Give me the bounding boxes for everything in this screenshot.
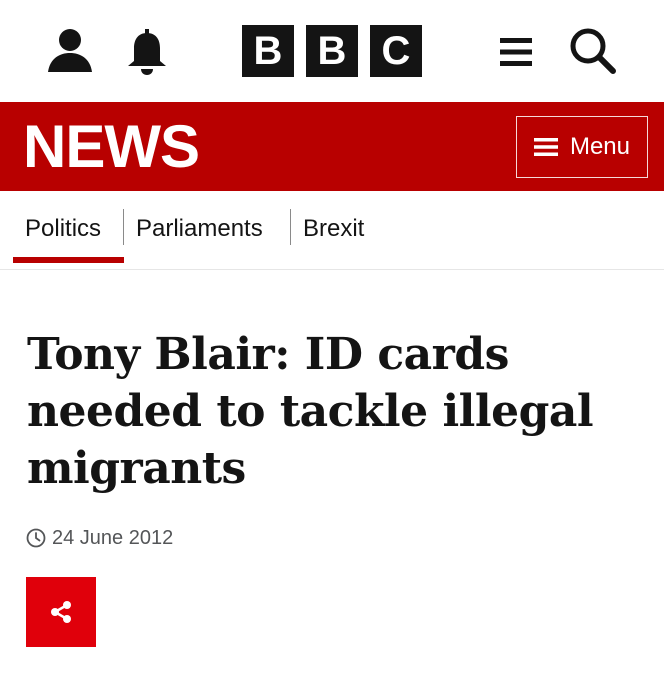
nav-item-parliaments[interactable]: Parliaments: [136, 211, 263, 247]
menu-label: Menu: [569, 133, 631, 160]
bbc-logo-letter: B: [242, 25, 294, 77]
search-icon[interactable]: [568, 26, 618, 76]
bbc-logo[interactable]: B B C: [242, 25, 422, 77]
news-bar: NEWS Menu: [0, 102, 664, 191]
menu-button[interactable]: Menu: [516, 116, 648, 178]
nav-item-brexit[interactable]: Brexit: [303, 211, 364, 247]
nav-divider: [123, 209, 124, 245]
bell-icon[interactable]: [126, 28, 168, 76]
article-date: 24 June 2012: [52, 527, 174, 549]
user-icon[interactable]: [46, 26, 94, 74]
article-dateline: 24 June 2012: [26, 526, 173, 550]
masthead: B B C: [0, 0, 664, 102]
article-headline: Tony Blair: ID cards needed to tackle il…: [27, 329, 594, 494]
share-button[interactable]: [26, 577, 96, 647]
nav-divider: [290, 209, 291, 245]
bbc-logo-letter: C: [370, 25, 422, 77]
clock-icon: [26, 528, 46, 548]
news-wordmark[interactable]: NEWS: [23, 112, 200, 182]
hamburger-icon: [533, 138, 558, 156]
share-icon: [51, 601, 71, 623]
active-nav-underline: [13, 257, 124, 263]
hamburger-menu-icon[interactable]: [496, 34, 536, 70]
bbc-logo-letter: B: [306, 25, 358, 77]
section-nav: Politics Parliaments Brexit: [0, 191, 664, 270]
nav-item-politics[interactable]: Politics: [25, 211, 101, 247]
